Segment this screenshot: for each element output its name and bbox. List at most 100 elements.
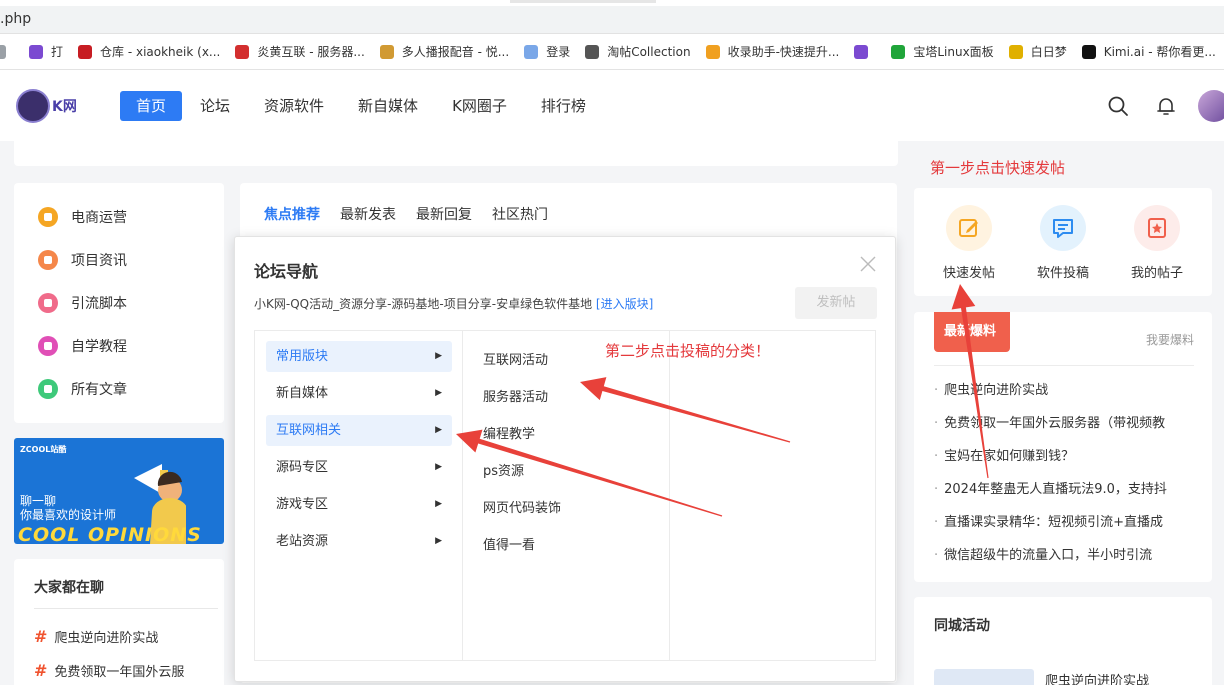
site-logo[interactable]: K网 [16, 88, 80, 124]
dream-logo-icon [1008, 44, 1023, 59]
user-avatar[interactable] [1198, 90, 1224, 122]
bookmark-item[interactable]: 收录助手-快速提升... [705, 43, 840, 60]
divider [34, 608, 218, 609]
address-bar[interactable]: .php [0, 6, 1224, 34]
k-logo-icon [854, 44, 869, 59]
forum-cat-source-code[interactable]: 源码专区 ▶ [266, 452, 452, 483]
software-submit-button[interactable]: 软件投稿 [1023, 205, 1103, 281]
nav-new-media[interactable]: 新自媒体 [342, 91, 434, 121]
quick-post-bg [946, 205, 992, 251]
hot-item[interactable]: 宝妈在家如何赚到钱？ [934, 445, 1208, 464]
bookmark-label: 宝塔Linux面板 [913, 45, 994, 59]
chat-topic[interactable]: # 免费领取一年国外云服 [34, 661, 184, 680]
category-label: 项目资讯 [71, 253, 127, 269]
forum-nav-panel: 常用版块 ▶ 新自媒体 ▶ 互联网相关 ▶ 源码专区 ▶ 游戏专区 ▶ 老站资源 ▶ 互联网… [254, 330, 876, 661]
bookmark-label: 淘帖Collection [607, 45, 691, 59]
forum-cat-internet[interactable]: 互联网相关 ▶ [266, 415, 452, 446]
bookmark-item[interactable]: 多人播报配音 - 悦... [379, 43, 509, 60]
hashtag-icon: # [34, 627, 48, 646]
forum-cat-common[interactable]: 常用版块 ▶ [266, 341, 452, 372]
globe-icon [585, 44, 600, 59]
yanhuang-logo-icon [235, 44, 250, 59]
sub-web-code[interactable]: 网页代码装饰 [483, 497, 561, 516]
bookmark-item[interactable]: 仓库 - xiaokheik (x... [78, 43, 220, 60]
bookmark-label: 炎黄互联 - 服务器... [257, 45, 365, 59]
category-tutorials[interactable]: 自学教程 [38, 336, 127, 356]
new-post-button[interactable]: 发新帖 [795, 287, 877, 319]
bookmark-item[interactable]: 打 [29, 43, 63, 60]
active-tab-indicator[interactable] [510, 0, 656, 3]
nav-resources[interactable]: 资源软件 [248, 91, 340, 121]
partial-bookmark-icon [0, 44, 6, 59]
event-thumbnail[interactable] [934, 669, 1034, 685]
bell-icon[interactable] [1150, 90, 1182, 122]
nav-ranking[interactable]: 排行榜 [525, 91, 602, 121]
category-scripts[interactable]: 引流脚本 [38, 293, 127, 313]
bookmark-item[interactable]: 淘帖Collection [585, 43, 691, 60]
hot-chat-card: 大家都在聊 # 爬虫逆向进阶实战 # 免费领取一年国外云服 [14, 559, 224, 685]
divider [934, 365, 1194, 366]
bookmark-item[interactable]: 登录 [524, 43, 570, 60]
tab-latest-posts[interactable]: 最新发表 [340, 204, 396, 224]
search-icon[interactable] [1102, 90, 1134, 122]
bookmark-label: 登录 [546, 45, 571, 59]
caret-right-icon: ▶ [435, 462, 442, 472]
bookmark-label: 白日梦 [1030, 45, 1067, 59]
message-icon [1053, 219, 1073, 238]
my-posts-bg [1134, 205, 1180, 251]
enter-section-link[interactable]: [进入版块] [596, 297, 653, 311]
caret-right-icon: ▶ [435, 351, 442, 361]
category-label: 所有文章 [71, 382, 127, 398]
nav-circle[interactable]: K网圈子 [436, 91, 523, 121]
hot-item[interactable]: 直播课实录精华：短视频引流+直播成 [934, 511, 1208, 530]
news-icon [38, 250, 58, 270]
caret-right-icon: ▶ [435, 388, 442, 398]
divider [669, 331, 670, 660]
sub-ps-resources[interactable]: ps资源 [483, 460, 524, 479]
hot-item[interactable]: 2024年整蛊无人直播玩法9.0，支持抖 [934, 478, 1208, 497]
nav-home[interactable]: 首页 [120, 91, 183, 121]
bookmarks-bar: 打 仓库 - xiaokheik (x... 炎黄互联 - 服务器... 多人播报配音… [0, 34, 1224, 70]
edit-icon [959, 219, 978, 237]
star-doc-icon [1148, 218, 1166, 238]
category-news[interactable]: 项目资讯 [38, 250, 127, 270]
articles-icon [38, 379, 58, 399]
yue-logo-icon [379, 44, 394, 59]
tab-featured[interactable]: 焦点推荐 [264, 204, 320, 224]
url-text: .php [0, 11, 32, 27]
popup-description: 小K网-QQ活动_资源分享-源码基地-项目分享-安卓绿色软件基地 [进入版块] [254, 297, 654, 311]
hot-item[interactable]: 免费领取一年国外云服务器（带视频教 [934, 412, 1208, 431]
step1-annotation: 第一步点击快速发帖 [930, 159, 1066, 177]
bookmark-item[interactable] [854, 44, 876, 59]
sub-server-activity[interactable]: 服务器活动 [483, 386, 548, 405]
event-title[interactable]: 爬虫逆向进阶实战 [1045, 670, 1149, 685]
zcool-ad-banner[interactable]: ZCOOL站酷 聊一聊 你最喜欢的设计师 COOL OPINIONS [14, 438, 224, 544]
hot-item[interactable]: 爬虫逆向进阶实战 [934, 379, 1208, 398]
tab-community-hot[interactable]: 社区热门 [492, 204, 548, 224]
category-all-articles[interactable]: 所有文章 [38, 379, 127, 399]
bookmark-item[interactable]: Kimi.ai - 帮你看更... [1081, 43, 1216, 60]
bookmark-item[interactable]: 炎黄互联 - 服务器... [235, 43, 365, 60]
bookmark-label: 收录助手-快速提升... [727, 45, 840, 59]
sub-internet-activity[interactable]: 互联网活动 [483, 349, 548, 368]
bookmark-label: Kimi.ai - 帮你看更... [1103, 45, 1216, 59]
forum-cat-old-site[interactable]: 老站资源 ▶ [266, 526, 452, 557]
my-posts-button[interactable]: 我的帖子 [1117, 205, 1197, 281]
bookmark-item[interactable]: 宝塔Linux面板 [891, 43, 994, 60]
tab-latest-replies[interactable]: 最新回复 [416, 204, 472, 224]
chat-topic[interactable]: # 爬虫逆向进阶实战 [34, 627, 158, 646]
hot-item[interactable]: 微信超级牛的流量入口，半小时引流 [934, 544, 1208, 563]
bookmark-item[interactable]: 白日梦 [1008, 43, 1067, 60]
submit-news-link[interactable]: 我要爆料 [1146, 331, 1194, 348]
content-tabs: 焦点推荐 最新发表 最新回复 社区热门 [264, 204, 568, 224]
forum-cat-games[interactable]: 游戏专区 ▶ [266, 489, 452, 520]
bookmark-item[interactable] [0, 44, 14, 59]
sub-worth-seeing[interactable]: 值得一看 [483, 534, 535, 553]
forum-cat-new-media[interactable]: 新自媒体 ▶ [266, 378, 452, 409]
close-icon[interactable] [858, 254, 878, 274]
nav-forum[interactable]: 论坛 [184, 91, 246, 121]
quick-post-button[interactable]: 快速发帖 [929, 205, 1009, 281]
category-ecommerce[interactable]: 电商运营 [38, 207, 127, 227]
sub-programming[interactable]: 编程教学 [483, 423, 535, 442]
hot-news-card: 最新爆料 我要爆料 爬虫逆向进阶实战 免费领取一年国外云服务器（带视频教 宝妈在… [914, 312, 1212, 582]
